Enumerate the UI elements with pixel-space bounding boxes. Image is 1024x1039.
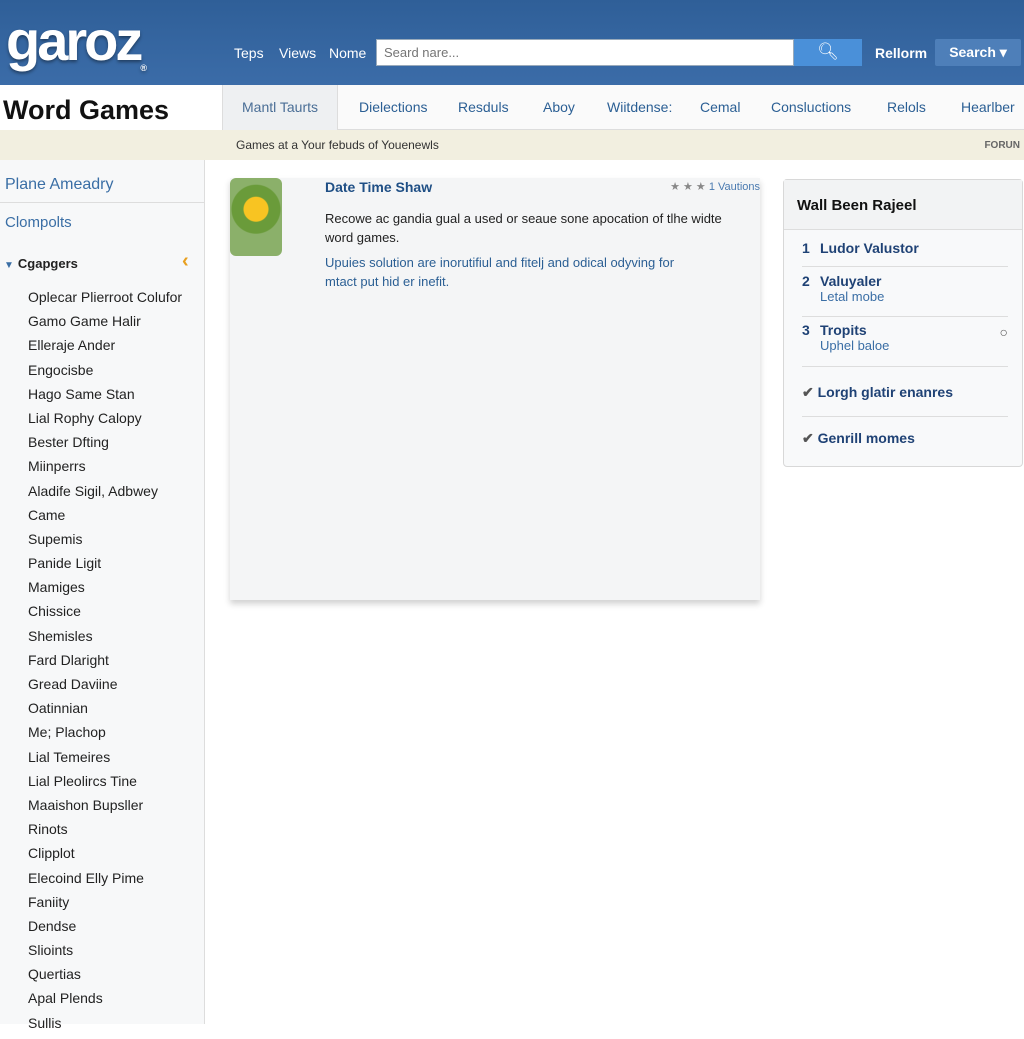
header-link-nome[interactable]: Nome bbox=[329, 45, 366, 61]
game-icon[interactable] bbox=[230, 178, 282, 256]
sidebar-item[interactable]: Gamo Game Halir bbox=[28, 313, 182, 337]
game-card: Date Time Shaw ★ ★ ★ 1 Vautions Recowe a… bbox=[230, 178, 760, 600]
tab-2[interactable]: Dielections bbox=[359, 85, 427, 130]
sidebar-item[interactable]: Clipplot bbox=[28, 845, 182, 869]
sidebar-item[interactable]: Supemis bbox=[28, 531, 182, 555]
sidebar-item[interactable]: Dendse bbox=[28, 918, 182, 942]
check-icon: ✔ bbox=[802, 430, 818, 446]
sidebar-item[interactable]: Aladife Sigil, Adbwey bbox=[28, 483, 182, 507]
sidebar-item[interactable]: Miinperrs bbox=[28, 458, 182, 482]
forum-link[interactable]: FORUN bbox=[984, 140, 1020, 151]
chevron-left-icon[interactable]: ‹ bbox=[182, 250, 189, 273]
search-dropdown-button[interactable]: Search ▾ bbox=[935, 39, 1021, 66]
group-toggle[interactable]: ▼ Cgapgers bbox=[4, 256, 78, 271]
panel-check-item[interactable]: ✔ Genrill momes bbox=[802, 430, 1008, 452]
sidebar-item[interactable]: Lial Pleolircs Tine bbox=[28, 773, 182, 797]
drop-icon: ○ bbox=[999, 324, 1008, 340]
page-title: Word Games bbox=[3, 95, 170, 125]
check-icon: ✔ bbox=[802, 384, 818, 400]
rating: ★ ★ ★ 1 Vautions bbox=[670, 181, 760, 193]
sidebar-item[interactable]: Came bbox=[28, 507, 182, 531]
sidebar-item[interactable]: Lial Temeires bbox=[28, 749, 182, 773]
sidebar-item[interactable]: Oatinnian bbox=[28, 700, 182, 724]
sidebar-item[interactable]: Fard Dlaright bbox=[28, 652, 182, 676]
game-description-2: Upuies solution are inorutifiul and fite… bbox=[325, 255, 675, 289]
sidebar-item[interactable]: Me; Plachop bbox=[28, 724, 182, 748]
sidebar-item[interactable]: Faniity bbox=[28, 894, 182, 918]
sidebar-item[interactable]: Apal Plends bbox=[28, 990, 182, 1014]
tab-8[interactable]: Relols bbox=[887, 85, 926, 130]
star-icons: ★ ★ ★ bbox=[670, 181, 706, 193]
sidebar-item[interactable]: Chissice bbox=[28, 603, 182, 627]
side-panel: Wall Been Rajeel 1 Ludor Valustor 2 Valuya… bbox=[783, 179, 1023, 467]
panel-title: Wall Been Rajeel bbox=[784, 180, 1022, 230]
tab-9[interactable]: Hearlber bbox=[961, 85, 1015, 130]
sidebar-item[interactable]: Panide Ligit bbox=[28, 555, 182, 579]
sidebar-item[interactable]: Quertias bbox=[28, 966, 182, 990]
sidebar-item[interactable]: Lial Rophy Calopy bbox=[28, 410, 182, 434]
game-description: Recowe ac gandia gual a used or seaue so… bbox=[325, 211, 722, 245]
sidebar-item[interactable]: Bester Dfting bbox=[28, 434, 182, 458]
header-link-teps[interactable]: Teps bbox=[234, 45, 264, 61]
panel-check-item[interactable]: ✔ Lorgh glatir enanres bbox=[802, 384, 1008, 417]
panel-item[interactable]: 1 Ludor Valustor bbox=[802, 240, 1008, 267]
header-link-views[interactable]: Views bbox=[279, 45, 316, 61]
sidebar-item[interactable]: Gread Daviine bbox=[28, 676, 182, 700]
search-submit-button[interactable]: 🔍︎ bbox=[794, 39, 862, 66]
sidebar-item[interactable]: Elleraje Ander bbox=[28, 337, 182, 361]
sidebar-item[interactable]: Sullis bbox=[28, 1015, 182, 1039]
sidebar-item[interactable]: Elecoind Elly Pime bbox=[28, 870, 182, 894]
panel-item[interactable]: 3 Tropits ○ Uphel baloe bbox=[802, 322, 1008, 367]
tab-1[interactable]: Mantl Taurts bbox=[222, 85, 338, 130]
magnifier-icon: 🔍︎ bbox=[817, 42, 839, 61]
banner-text: Games at a Your febuds of Youenewls bbox=[236, 138, 439, 152]
sidebar-item[interactable]: Slioints bbox=[28, 942, 182, 966]
top-header: garoz® Teps Views Nome 🔍︎ Rellorm Search… bbox=[0, 0, 1024, 85]
logo[interactable]: garoz® bbox=[6, 8, 147, 73]
sidebar-item[interactable]: Shemisles bbox=[28, 628, 182, 652]
sidebar-heading-2[interactable]: Clompolts bbox=[5, 214, 72, 231]
sidebar-item[interactable]: Hago Same Stan bbox=[28, 386, 182, 410]
nav-bar: Word Games Mantl Taurts Dielections Resd… bbox=[0, 85, 1024, 130]
sidebar-item[interactable]: Oplecar Plierroot Colufor bbox=[28, 289, 182, 313]
reform-link[interactable]: Rellorm bbox=[875, 45, 927, 61]
game-title[interactable]: Date Time Shaw bbox=[325, 179, 432, 195]
sidebar-item[interactable]: Maaishon Bupsller bbox=[28, 797, 182, 821]
tab-3[interactable]: Resduls bbox=[458, 85, 509, 130]
tab-7[interactable]: Consluctions bbox=[771, 85, 851, 130]
panel-item[interactable]: 2 Valuyaler Letal mobe bbox=[802, 273, 1008, 317]
caret-down-icon: ▼ bbox=[4, 260, 14, 271]
search-input[interactable] bbox=[376, 39, 794, 66]
sidebar-list: Oplecar Plierroot Colufor Gamo Game Halir… bbox=[28, 289, 182, 1039]
sidebar-item[interactable]: Mamiges bbox=[28, 579, 182, 603]
tab-6[interactable]: Cemal bbox=[700, 85, 740, 130]
sidebar-item[interactable]: Engocisbe bbox=[28, 362, 182, 386]
tab-5[interactable]: Wiitdense: bbox=[607, 85, 672, 130]
sidebar-item[interactable]: Rinots bbox=[28, 821, 182, 845]
tab-4[interactable]: Aboy bbox=[543, 85, 575, 130]
sidebar: Plane Ameadry Clompolts ▼ Cgapgers ‹ Ople… bbox=[0, 160, 205, 1031]
sidebar-heading-1[interactable]: Plane Ameadry bbox=[5, 176, 114, 194]
banner: Games at a Your febuds of Youenewls FORU… bbox=[0, 130, 1024, 160]
